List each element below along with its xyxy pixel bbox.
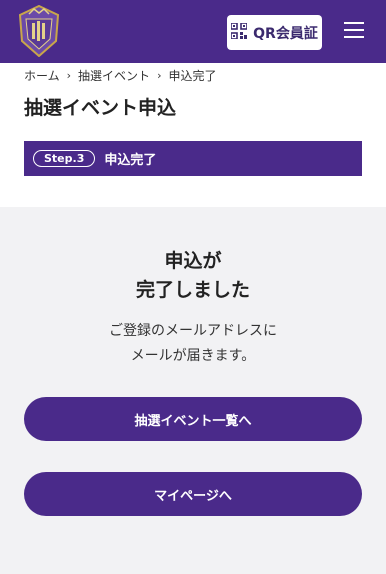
step-indicator: Step.3 申込完了 (24, 141, 362, 176)
site-header: QR会員証 (0, 0, 386, 63)
qr-code-icon (230, 21, 248, 43)
step-badge: Step.3 (33, 150, 96, 167)
breadcrumb-current: 申込完了 (168, 69, 217, 83)
completion-message: ご登録のメールアドレスに メールが届きます。 (0, 319, 386, 369)
completion-heading-line1: 申込が (164, 250, 222, 272)
chevron-right-icon: › (66, 69, 72, 82)
breadcrumb-lottery-events[interactable]: 抽選イベント (78, 67, 150, 84)
club-crest-logo[interactable] (18, 4, 60, 58)
chevron-right-icon: › (157, 69, 162, 82)
my-page-button[interactable]: マイページへ (24, 472, 362, 516)
qr-button-label: QR会員証 (253, 25, 318, 42)
page-title: 抽選イベント申込 (24, 97, 177, 119)
breadcrumb-home[interactable]: ホーム (24, 67, 60, 84)
event-list-button[interactable]: 抽選イベント一覧へ (24, 397, 362, 441)
completion-message-line2: メールが届きます。 (130, 348, 256, 364)
completion-heading-line2: 完了しました (135, 279, 250, 301)
breadcrumb: ホーム › 抽選イベント › 申込完了 (24, 67, 216, 84)
completion-heading: 申込が 完了しました (0, 247, 386, 305)
completion-message-line1: ご登録のメールアドレスに (109, 323, 277, 339)
qr-membership-card-button[interactable]: QR会員証 (227, 15, 322, 50)
hamburger-menu-icon[interactable] (344, 22, 364, 38)
step-label: 申込完了 (104, 153, 157, 168)
